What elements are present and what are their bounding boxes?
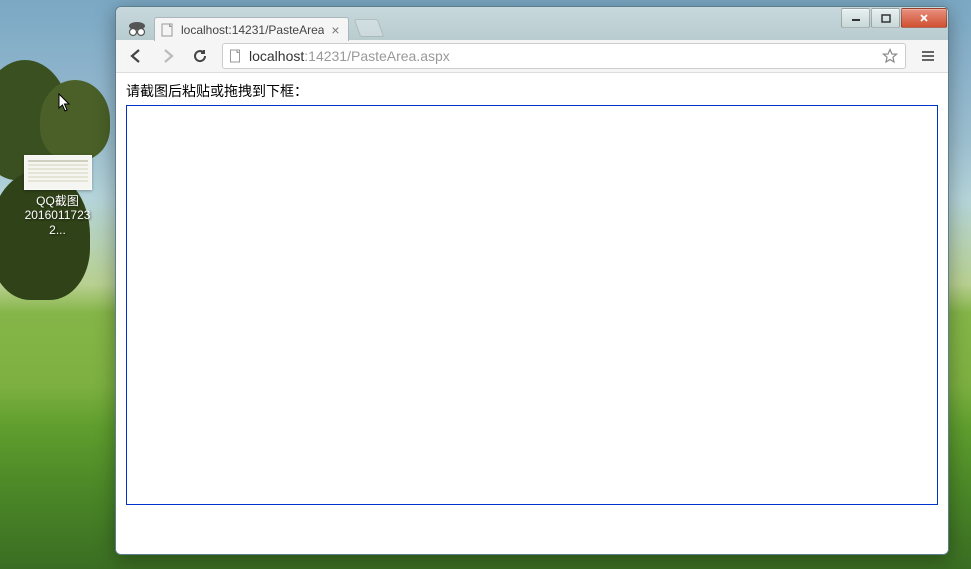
url-host: localhost bbox=[249, 48, 304, 64]
tab-close-button[interactable]: × bbox=[328, 23, 342, 37]
page-content: 请截图后粘贴或拖拽到下框： bbox=[116, 73, 948, 554]
instruction-text: 请截图后粘贴或拖拽到下框： bbox=[126, 81, 938, 101]
page-icon bbox=[229, 49, 243, 63]
close-button[interactable] bbox=[901, 8, 947, 28]
new-tab-button[interactable] bbox=[354, 19, 385, 37]
tab-title: localhost:14231/PasteArea bbox=[181, 23, 324, 37]
menu-button[interactable] bbox=[914, 42, 942, 70]
minimize-button[interactable] bbox=[841, 8, 870, 28]
address-bar[interactable]: localhost:14231/PasteArea.aspx bbox=[222, 43, 906, 69]
toolbar: localhost:14231/PasteArea.aspx bbox=[116, 40, 948, 73]
reload-button[interactable] bbox=[186, 42, 214, 70]
bookmark-button[interactable] bbox=[881, 47, 899, 65]
incognito-icon bbox=[126, 20, 148, 38]
paste-drop-area[interactable] bbox=[126, 105, 938, 505]
file-thumbnail bbox=[24, 155, 92, 190]
browser-tab[interactable]: localhost:14231/PasteArea × bbox=[154, 17, 349, 41]
tab-favicon-icon bbox=[161, 23, 175, 37]
back-button[interactable] bbox=[122, 42, 150, 70]
file-label-line1: QQ截图 bbox=[20, 194, 95, 208]
url-path: :14231/PasteArea.aspx bbox=[304, 48, 450, 64]
titlebar[interactable]: localhost:14231/PasteArea × bbox=[116, 7, 948, 40]
file-label-line2: 20160117232... bbox=[20, 208, 95, 237]
maximize-button[interactable] bbox=[871, 8, 900, 28]
window-controls bbox=[840, 8, 947, 28]
cursor-icon bbox=[58, 93, 74, 118]
url-text: localhost:14231/PasteArea.aspx bbox=[249, 48, 881, 64]
forward-button[interactable] bbox=[154, 42, 182, 70]
desktop-file-icon[interactable]: QQ截图 20160117232... bbox=[20, 155, 95, 237]
browser-window: localhost:14231/PasteArea × bbox=[115, 6, 949, 555]
